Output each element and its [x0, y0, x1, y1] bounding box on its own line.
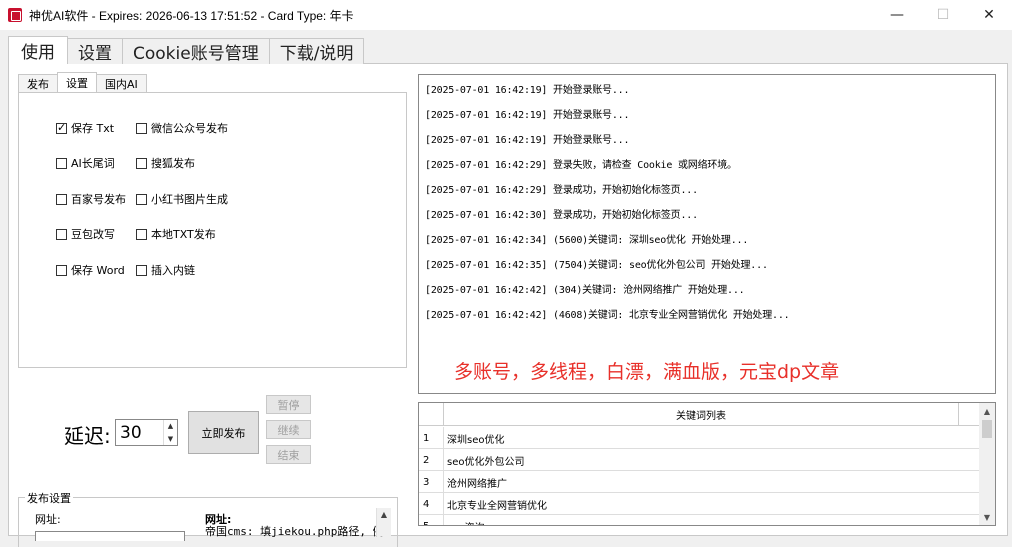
promo-banner-text: 多账号，多线程，白漂，满血版，元宝dp文章	[454, 361, 840, 383]
checkbox-label: 本地TXT发布	[151, 228, 216, 241]
publish-now-button[interactable]: 立即发布	[188, 411, 259, 454]
url-label: 网址:	[35, 513, 61, 526]
row-keyword[interactable]: seo咨询	[447, 515, 484, 526]
keyword-table[interactable]: 关键词列表 1 深圳seo优化 2 seo优化外包公司 3 沧州网络推广 4 北…	[418, 402, 996, 526]
checkbox-box[interactable]	[136, 264, 147, 276]
main-tab-bar: 使用 设置 Cookie账号管理 下载/说明	[8, 36, 365, 64]
continue-button[interactable]: 继续	[266, 420, 311, 439]
app-icon	[8, 8, 22, 22]
row-index: 1	[419, 427, 444, 449]
checkbox-label: AI长尾词	[71, 157, 115, 170]
table-row[interactable]: 4 北京专业全网营销优化	[419, 493, 981, 515]
row-index: 4	[419, 493, 444, 515]
checkbox-label: 保存 Word	[71, 264, 125, 277]
checkbox-label: 百家号发布	[71, 193, 126, 206]
save-txt-checkbox[interactable]: 保存 Txt	[56, 120, 114, 136]
tab-use[interactable]: 使用	[8, 36, 68, 64]
spin-buttons[interactable]: ▲ ▼	[163, 420, 177, 445]
scroll-down-icon[interactable]: ▼	[979, 509, 995, 525]
log-line: [2025-07-01 16:42:29] 登录失败，请检查 Cookie 或网…	[425, 160, 737, 171]
checkbox-box[interactable]	[56, 157, 67, 169]
log-line: [2025-07-01 16:42:19] 开始登录账号...	[425, 135, 630, 146]
window-title: 神优AI软件 - Expires: 2026-06-13 17:51:52 - …	[29, 8, 354, 23]
minimize-button[interactable]: —	[874, 0, 920, 30]
checkbox-box[interactable]	[56, 121, 67, 135]
keyword-scrollbar[interactable]: ▲ ▼	[979, 403, 995, 525]
keyword-column-header[interactable]: 关键词列表	[444, 403, 959, 426]
xiaohongshu-image-checkbox[interactable]: 小红书图片生成	[136, 191, 228, 207]
sub-tab-bar: 发布 设置 国内AI	[18, 72, 147, 93]
table-row[interactable]: 2 seo优化外包公司	[419, 449, 981, 471]
log-line: [2025-07-01 16:42:19] 开始登录账号...	[425, 85, 630, 96]
row-index: 2	[419, 449, 444, 471]
title-bar: 神优AI软件 - Expires: 2026-06-13 17:51:52 - …	[0, 0, 1012, 30]
log-line: [2025-07-01 16:42:34] (5600)关键词: 深圳seo优化…	[425, 235, 749, 246]
maximize-button[interactable]: ☐	[920, 0, 966, 30]
log-line: [2025-07-01 16:42:42] (304)关键词: 沧州网络推广 开…	[425, 285, 745, 296]
url-input[interactable]	[35, 531, 185, 541]
tab-settings[interactable]: 设置	[67, 38, 123, 64]
subtab-settings[interactable]: 设置	[57, 72, 97, 92]
table-row[interactable]: 3 沧州网络推广	[419, 471, 981, 493]
delay-spinbox[interactable]: 30 ▲ ▼	[115, 419, 178, 446]
table-header: 关键词列表	[419, 403, 981, 426]
row-index: 3	[419, 471, 444, 493]
close-button[interactable]: ✕	[966, 0, 1012, 30]
checkbox-box[interactable]	[56, 193, 67, 205]
checkbox-label: 保存 Txt	[71, 122, 115, 135]
row-keyword[interactable]: 北京专业全网营销优化	[447, 493, 547, 515]
sohu-publish-checkbox[interactable]: 搜狐发布	[136, 155, 195, 171]
row-index: 5	[419, 515, 444, 525]
help-scrollbar[interactable]: ▲	[376, 508, 391, 536]
publish-settings-title: 发布设置	[25, 490, 73, 506]
baijiahao-publish-checkbox[interactable]: 百家号发布	[56, 191, 126, 207]
checkbox-label: 豆包改写	[71, 228, 115, 241]
table-row[interactable]: 5 seo咨询	[419, 515, 981, 526]
local-txt-publish-checkbox[interactable]: 本地TXT发布	[136, 226, 216, 242]
delay-value[interactable]: 30	[116, 423, 163, 443]
row-keyword[interactable]: 深圳seo优化	[447, 427, 504, 449]
checkbox-label: 小红书图片生成	[151, 193, 228, 206]
insert-internal-link-checkbox[interactable]: 插入内链	[136, 262, 195, 278]
checkbox-label: 搜狐发布	[151, 157, 195, 170]
end-button[interactable]: 结束	[266, 445, 311, 464]
scroll-up-icon[interactable]: ▲	[381, 510, 387, 536]
checkbox-label: 微信公众号发布	[151, 122, 228, 135]
doubao-rewrite-checkbox[interactable]: 豆包改写	[56, 226, 115, 242]
checkbox-box[interactable]	[136, 193, 147, 205]
log-line: [2025-07-01 16:42:42] (4608)关键词: 北京专业全网营…	[425, 310, 790, 321]
row-keyword[interactable]: seo优化外包公司	[447, 449, 524, 471]
checkbox-box[interactable]	[56, 264, 67, 276]
pause-button[interactable]: 暂停	[266, 395, 311, 414]
table-corner	[419, 403, 444, 426]
wechat-publish-checkbox[interactable]: 微信公众号发布	[136, 120, 228, 136]
spin-up-icon[interactable]: ▲	[164, 420, 177, 433]
table-row[interactable]: 1 深圳seo优化	[419, 427, 981, 449]
log-output[interactable]: [2025-07-01 16:42:19] 开始登录账号... [2025-07…	[418, 74, 996, 394]
row-keyword[interactable]: 沧州网络推广	[447, 471, 507, 493]
delay-label: 延迟:	[64, 424, 111, 448]
log-line: [2025-07-01 16:42:35] (7504)关键词: seo优化外包…	[425, 260, 768, 271]
tab-download-help[interactable]: 下载/说明	[268, 38, 365, 64]
ai-long-tail-checkbox[interactable]: AI长尾词	[56, 155, 115, 171]
help-text: 帝国cms: 填jiekou.php路径, 例	[205, 525, 384, 538]
log-line: [2025-07-01 16:42:30] 登录成功，开始初始化标签页...	[425, 210, 698, 221]
checkbox-label: 插入内链	[151, 264, 195, 277]
subtab-publish[interactable]: 发布	[18, 74, 58, 92]
subtab-domestic-ai[interactable]: 国内AI	[96, 74, 147, 92]
checkbox-box[interactable]	[136, 228, 147, 240]
save-word-checkbox[interactable]: 保存 Word	[56, 262, 125, 278]
checkbox-box[interactable]	[136, 122, 147, 134]
log-line: [2025-07-01 16:42:19] 开始登录账号...	[425, 110, 630, 121]
log-line: [2025-07-01 16:42:29] 登录成功，开始初始化标签页...	[425, 185, 698, 196]
checkbox-box[interactable]	[136, 157, 147, 169]
tab-cookie-accounts[interactable]: Cookie账号管理	[122, 38, 270, 64]
scroll-thumb[interactable]	[982, 420, 992, 438]
spin-down-icon[interactable]: ▼	[164, 433, 177, 446]
checkbox-box[interactable]	[56, 228, 67, 240]
scroll-up-icon[interactable]: ▲	[979, 403, 995, 419]
